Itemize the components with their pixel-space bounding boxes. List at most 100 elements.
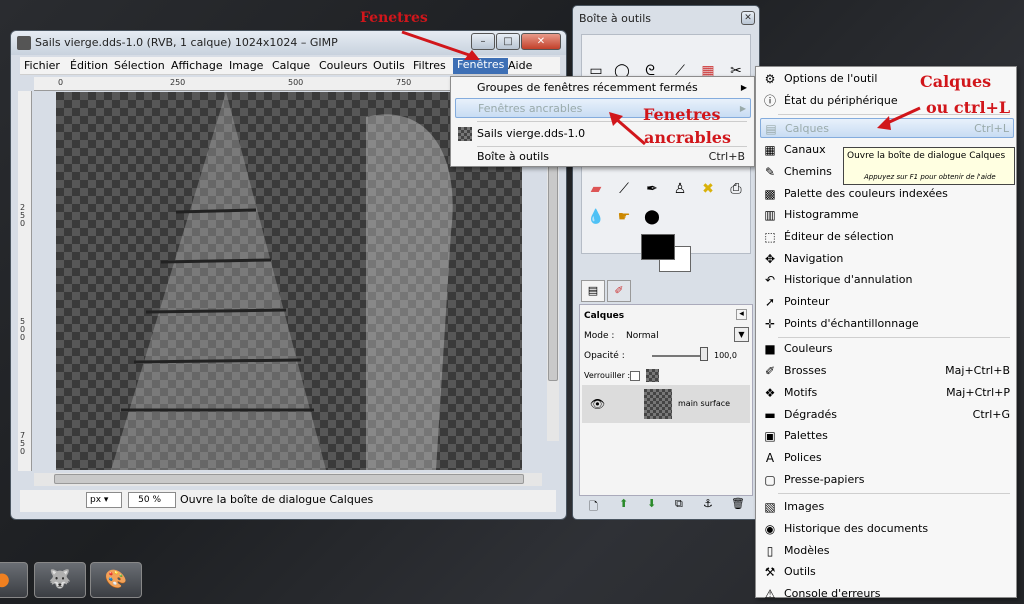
toolbox-title: Boîte à outils [579,12,652,25]
dock-menu-item-palettes[interactable]: ▣ Palettes [760,426,1014,446]
submenu-arrow-icon: ▶ [740,83,747,92]
lock-alpha-icon[interactable] [646,369,659,382]
palettes-icon: ▣ [764,429,776,444]
fonts-icon: A [765,450,775,465]
gimp-taskbar-button[interactable]: 🐺 [34,562,86,598]
dock-menu-item-tools[interactable]: ⚒ Outils [760,562,1014,582]
dock-menu-item-navigation[interactable]: ✥ Navigation [760,249,1014,269]
lock-label: Verrouiller : [584,371,631,380]
undo-history-icon: ↶ [764,273,776,288]
foreground-color-swatch-front [641,234,675,260]
lock-pixels-checkbox[interactable] [630,371,640,381]
menu-separator [778,493,1010,495]
images-icon: ▧ [764,500,776,515]
ruler-v-label: 0 [20,447,26,456]
dock-menu-item-label: Console d'erreurs [784,587,881,601]
clone-icon[interactable]: ♙ [669,178,691,200]
dock-menu-item-label: Presse-papiers [784,472,865,486]
menu-item-toolbox[interactable]: Boîte à outils Ctrl+B [455,147,751,167]
eraser-icon[interactable]: ▰ [585,178,607,200]
delete-layer-icon[interactable]: 🗑 [731,497,745,510]
smudge-icon[interactable]: ☛ [613,206,635,228]
panel-menu-icon[interactable]: ◂ [736,309,747,320]
menu-item-recent-groups[interactable]: Groupes de fenêtres récemment fermés ▶ [455,78,751,98]
menu-aide[interactable]: Aide [508,59,532,72]
airbrush-icon[interactable]: ⟋ [613,178,635,200]
zoom-select[interactable]: 50 % [128,492,176,508]
menu-selection[interactable]: Sélection [114,59,165,72]
layer-row[interactable]: 👁 main surface [582,385,750,423]
taskbar: ● 🐺 🎨 [0,560,150,604]
firefox-taskbar-button[interactable]: ● [0,562,28,598]
menu-edition[interactable]: Édition [70,59,108,72]
dock-menu-item-label: Pointeur [784,295,830,308]
dodge-burn-icon[interactable]: ⬤ [641,206,663,228]
dock-menu-item-label: Brosses [784,364,827,378]
menu-fichier[interactable]: Fichier [24,59,60,72]
paint-taskbar-button[interactable]: 🎨 [90,562,142,598]
annotation-arrow-2 [609,112,646,146]
dock-menu-item-colormap[interactable]: ▩ Palette des couleurs indexées [760,184,1014,204]
horizontal-scrollbar[interactable] [34,473,542,486]
unit-value: px [90,495,102,505]
raise-layer-icon[interactable]: ⬆ [619,497,628,510]
dock-tab-brushes[interactable]: ✐ [607,280,631,302]
histogram-icon: ▥ [764,208,776,223]
zoom-value: 50 % [138,495,161,505]
tooltip-text: Ouvre la boîte de dialogue Calques [847,151,1006,161]
dock-menu-item-images[interactable]: ▧ Images [760,497,1014,517]
dock-menu-item-brushes[interactable]: ✐ Brosses Maj+Ctrl+B [760,361,1014,381]
dock-menu-item-sample-points[interactable]: ✛ Points d'échantillonnage [760,314,1014,334]
toolbox-close-button[interactable]: ✕ [741,11,755,25]
dock-menu-item-label: Historique d'annulation [784,273,913,287]
dock-menu-item-error-console[interactable]: ⚠ Console d'erreurs [760,584,1014,604]
blur-icon[interactable]: 💧 [585,206,607,228]
dock-menu-item-label: Navigation [784,251,844,265]
dock-menu-item-fonts[interactable]: A Polices [760,448,1014,468]
layers-panel: Calques ◂ Mode : Normal ▼ Opacité : 100,… [579,304,753,496]
dock-menu-item-patterns[interactable]: ❖ Motifs Maj+Ctrl+P [760,383,1014,403]
menu-calque[interactable]: Calque [272,59,310,72]
opacity-value[interactable]: 100,0 [714,351,737,360]
dock-menu-item-document-history[interactable]: ◉ Historique des documents [760,519,1014,539]
annotation-calques-1: Calques [920,72,992,91]
mode-dropdown-icon[interactable]: ▼ [734,327,749,342]
ruler-h-label: 750 [396,78,412,87]
dock-menu-item-histogram[interactable]: ▥ Histogramme [760,205,1014,225]
lower-layer-icon[interactable]: ⬇ [647,497,656,510]
dock-menu-item-label: Outils [784,565,816,579]
dock-menu-item-colors[interactable]: ■ Couleurs [760,339,1014,359]
ink-icon[interactable]: ✒ [641,178,663,200]
duplicate-layer-icon[interactable]: ⧉ [675,497,683,511]
unit-select[interactable]: px ▾ [86,492,122,508]
layer-thumbnail [644,389,672,419]
dock-menu-item-gradients[interactable]: ▬ Dégradés Ctrl+G [760,405,1014,425]
dock-menu-item-shortcut: Maj+Ctrl+B [945,364,1010,378]
heal-icon[interactable]: ✖ [697,178,719,200]
menu-image[interactable]: Image [229,59,263,72]
maximize-button[interactable]: □ [496,33,520,50]
visibility-eye-icon[interactable]: 👁 [590,397,605,411]
layers-icon: ▤ [765,122,777,137]
dock-menu-item-label: Chemins [784,164,832,178]
anchor-layer-icon[interactable]: ⚓ [703,497,713,510]
opacity-slider-handle[interactable] [700,347,708,361]
paths-icon: ✎ [764,164,776,179]
dock-menu-item-label: Couleurs [784,342,833,356]
dock-menu-item-templates[interactable]: ▯ Modèles [760,541,1014,561]
opacity-slider[interactable] [652,355,706,357]
close-button[interactable]: ✕ [521,33,561,50]
new-layer-icon[interactable]: 🗋 [589,498,598,517]
menu-affichage[interactable]: Affichage [171,59,223,72]
ruler-h-label: 250 [170,78,186,87]
dock-menu-item-selection-editor[interactable]: ⬚ Éditeur de sélection [760,227,1014,247]
dock-menu-item-label: Éditeur de sélection [784,229,894,243]
dock-menu-item-clipboard[interactable]: ▢ Presse-papiers [760,470,1014,490]
dock-tab-layers[interactable]: ▤ [581,280,605,302]
templates-icon: ▯ [766,543,774,558]
menu-couleurs[interactable]: Couleurs [319,59,367,72]
brush-tab-icon: ✐ [614,284,624,297]
dock-menu-item-pointer[interactable]: ➚ Pointeur [760,292,1014,312]
perspective-clone-icon[interactable]: ⎙ [725,178,747,200]
dock-menu-item-undo-history[interactable]: ↶ Historique d'annulation [760,270,1014,290]
